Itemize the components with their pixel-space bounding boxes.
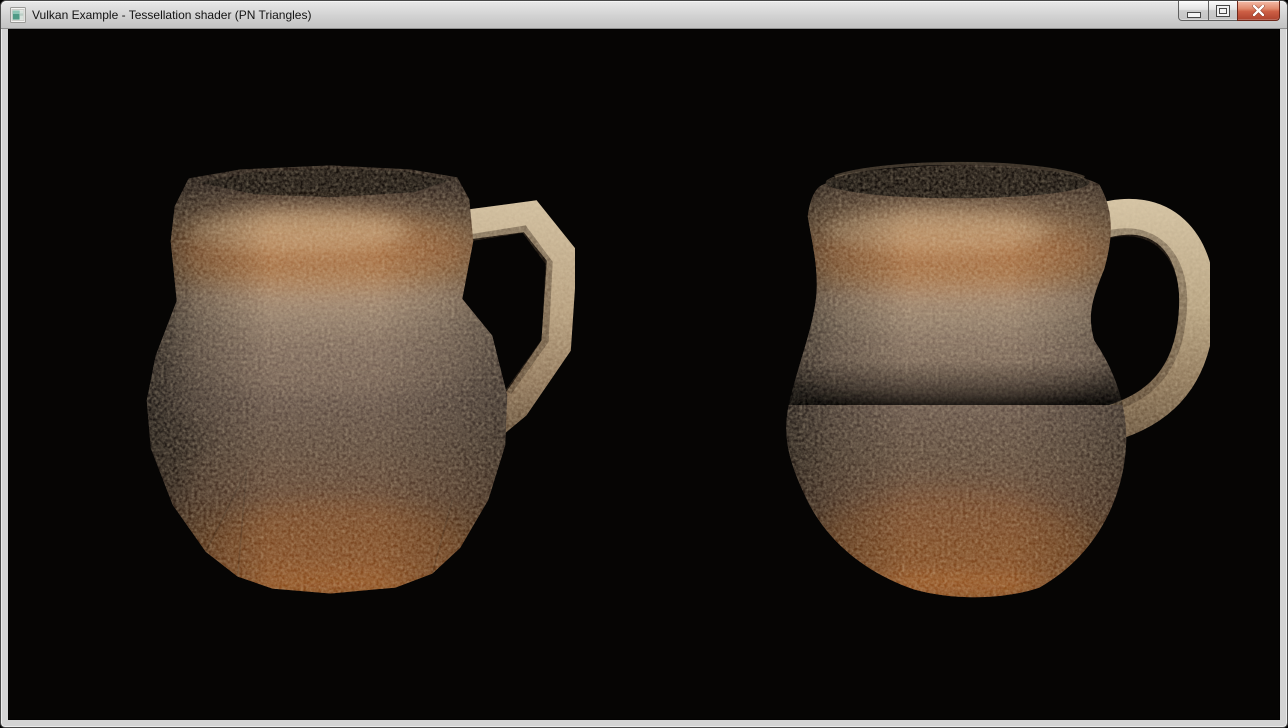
maximize-icon — [1216, 5, 1230, 17]
window-controls — [1179, 1, 1280, 21]
minimize-icon — [1187, 12, 1201, 18]
app-icon — [10, 7, 26, 23]
vulkan-example-window: Vulkan Example - Tessellation shader (PN… — [0, 0, 1288, 728]
minimize-button[interactable] — [1178, 1, 1209, 21]
clay-jug-right — [786, 163, 1197, 605]
window-title: Vulkan Example - Tessellation shader (PN… — [32, 1, 311, 29]
titlebar[interactable]: Vulkan Example - Tessellation shader (PN… — [1, 1, 1287, 29]
maximize-button[interactable] — [1208, 1, 1238, 21]
close-icon — [1252, 5, 1265, 16]
render-viewport[interactable] — [8, 29, 1280, 720]
clay-jug-left — [147, 165, 562, 603]
close-button[interactable] — [1237, 1, 1280, 21]
scene-canvas — [9, 30, 1279, 719]
